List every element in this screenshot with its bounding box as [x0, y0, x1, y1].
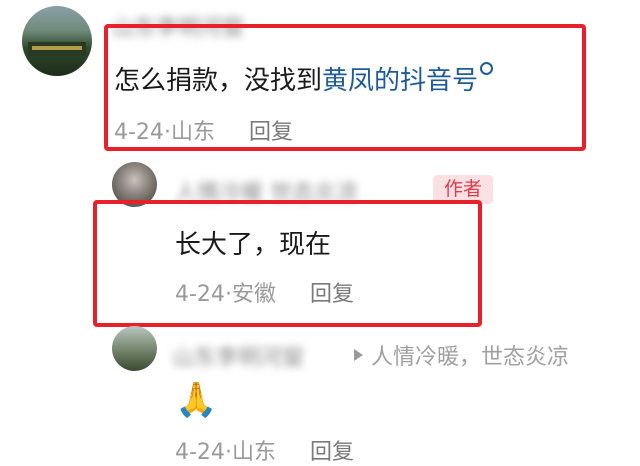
- comment-text: 🙏: [175, 380, 218, 420]
- comment-username[interactable]: 山东李明河窗: [172, 340, 304, 372]
- comment-meta: 4-24·山东 回复: [175, 440, 354, 465]
- reply-to[interactable]: 人情冷暖，世态炎凉: [354, 339, 569, 371]
- avatar[interactable]: [112, 326, 157, 371]
- highlight-box: [104, 24, 586, 151]
- avatar[interactable]: [22, 6, 92, 76]
- reply-arrow-icon: [354, 349, 363, 361]
- reply-to-username: 人情冷暖，世态炎凉: [371, 345, 570, 370]
- highlight-box: [93, 200, 482, 327]
